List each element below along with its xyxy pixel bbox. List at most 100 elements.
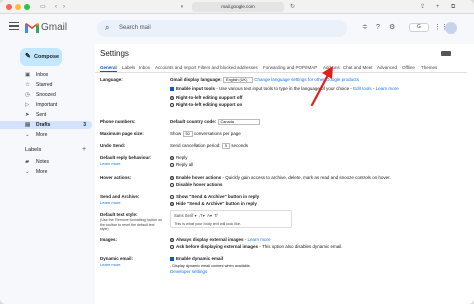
sidebar-item-label: More (36, 132, 48, 138)
font-select[interactable]: Sans Serif (174, 213, 193, 218)
browser-toolbar: ▭ ‹ › ◖ mail.google.com ↻ ⇪ + ⧉ (0, 0, 474, 14)
hover-enable-text: Enable hover actions (176, 175, 222, 180)
sidebar-item-drafts[interactable]: ▤ Drafts 3 (0, 121, 92, 129)
display-language-select[interactable]: English (UK) (223, 77, 254, 83)
hover-enable-radio[interactable] (170, 175, 174, 180)
text-style-editor[interactable]: Sans Serif ▾ ₜT▾ A▾ T̸ This is what your… (170, 210, 292, 228)
text-size-icon[interactable]: ₜT▾ (199, 213, 205, 218)
language-label: Language: (100, 77, 123, 82)
tab-themes[interactable]: Themes (421, 64, 437, 71)
avatar[interactable] (445, 22, 457, 34)
compose-button[interactable]: ✎ Compose (20, 48, 62, 66)
search-input[interactable]: Search mail (119, 24, 151, 33)
page-size-select[interactable]: 50 (182, 131, 193, 137)
share-icon[interactable]: ⇪ (420, 3, 425, 11)
send-archive-show-radio[interactable] (170, 194, 174, 199)
refresh-icon[interactable]: ↻ (290, 3, 295, 11)
star-icon: ☆ (25, 82, 30, 88)
sidebar-item-starred[interactable]: ☆ Starred (0, 81, 92, 89)
hover-disable-text: Disable hover actions (176, 182, 223, 187)
country-code-select[interactable]: Canada (217, 119, 260, 125)
send-archive-hide-text: Hide "Send & Archive" button in reply (176, 201, 257, 206)
reply-all-row: Reply all (170, 162, 193, 168)
plus-icon[interactable]: + (436, 3, 440, 11)
workspace-badge[interactable]: G (409, 23, 429, 32)
hover-enable-desc: - Quickly gain access to archive, delete… (222, 175, 391, 180)
input-tools-checkbox[interactable] (170, 86, 174, 91)
browser-window: ▭ ‹ › ◖ mail.google.com ↻ ⇪ + ⧉ Gmail ⌕ … (0, 0, 474, 304)
sidebar-item-label: Sent (36, 112, 47, 118)
input-tools-text: Enable input tools (176, 86, 215, 91)
zoom-window-button[interactable] (24, 4, 30, 10)
page-title: Settings (100, 49, 129, 58)
sidebar-item-more[interactable]: ⌄ More (0, 131, 92, 139)
phone-row: Default country code: Canada (170, 119, 260, 125)
sidebar-item-sent[interactable]: ➤ Sent (0, 111, 92, 119)
rtl-off-text: Right-to-left editing support off (176, 95, 243, 100)
send-archive-learn-more-link[interactable]: Learn more (100, 200, 120, 205)
chevron-down-icon[interactable]: ▾ (195, 213, 197, 218)
send-archive-hide-row: Hide "Send & Archive" button in reply (170, 201, 257, 207)
undo-send-label: Undo Send: (100, 143, 126, 148)
tab-inbox[interactable]: Inbox (139, 64, 150, 71)
reply-radio[interactable] (170, 155, 174, 160)
gmail-header: Gmail ⌕ Search mail ≑ ? ⚙ G ⋮⋮ (0, 14, 474, 44)
reply-text: Reply (176, 155, 188, 160)
sidebar-item-inbox[interactable]: ▣ Inbox (0, 71, 92, 79)
hover-enable-row: Enable hover actions - Quickly gain acce… (170, 175, 391, 181)
rtl-off-row: Right-to-left editing support off (170, 95, 242, 101)
language-learn-more-link[interactable]: Learn more (376, 86, 399, 91)
country-code-text: Default country code: (170, 119, 217, 124)
sidebar-item-labels-more[interactable]: ⌄ More (0, 168, 92, 176)
tab-filters[interactable]: Filters and blocked addresses (198, 64, 258, 71)
sidebar-item-important[interactable]: ▷ Important (0, 101, 92, 109)
sidebar-item-label: Starred (36, 82, 53, 88)
undo-send-select[interactable]: 5 (221, 143, 230, 149)
sidebar-item-notes[interactable]: ▰ Notes (0, 158, 92, 166)
change-language-link[interactable]: Change language settings for other Googl… (254, 77, 359, 82)
sidebar-item-label: Inbox (36, 72, 49, 78)
tab-offline[interactable]: Offline (402, 64, 415, 71)
hover-disable-radio[interactable] (170, 182, 174, 187)
keyboard-icon[interactable] (441, 51, 451, 56)
compose-label: Compose (34, 54, 60, 60)
tab-labels[interactable]: Labels (122, 64, 135, 71)
help-icon[interactable]: ? (376, 23, 380, 32)
hover-disable-row: Disable hover actions (170, 182, 223, 188)
sample-text: This is what your body text will look li… (174, 222, 242, 226)
rtl-on-radio[interactable] (170, 102, 174, 107)
tab-accounts[interactable]: Accounts and Import (155, 64, 196, 71)
text-color-icon[interactable]: A▾ (207, 213, 212, 218)
important-icon: ▷ (25, 102, 30, 108)
reply-all-radio[interactable] (170, 162, 174, 167)
input-tools-desc: - Use various text input tools to type i… (216, 86, 352, 91)
send-archive-hide-radio[interactable] (170, 201, 174, 206)
address-bar[interactable]: mail.google.com (192, 2, 284, 12)
tab-addons[interactable]: Add-ons (323, 64, 340, 71)
gmail-brand[interactable]: Gmail (41, 22, 67, 34)
rtl-off-radio[interactable] (170, 95, 174, 100)
settings-gear-icon[interactable]: ⚙ (389, 23, 395, 32)
reply-learn-more-link[interactable]: Learn more (100, 161, 120, 166)
settings-tabs: General Labels Inbox Accounts and Import… (95, 64, 467, 73)
remove-formatting-icon[interactable]: T̸ (214, 213, 217, 218)
minimize-window-button[interactable] (15, 4, 21, 10)
tabs-icon[interactable]: ⧉ (451, 3, 455, 11)
sidebar-item-snoozed[interactable]: ◷ Snoozed (0, 91, 92, 99)
search-bar[interactable]: ⌕ Search mail (97, 20, 347, 37)
sidebar-toggle-icon[interactable]: ▭ (40, 3, 46, 11)
tab-advanced[interactable]: Advanced (377, 64, 397, 71)
close-window-button[interactable] (6, 4, 12, 10)
search-icon[interactable]: ⌕ (105, 23, 109, 33)
tab-chat-meet[interactable]: Chat and Meet (343, 64, 373, 71)
add-label-icon[interactable]: + (82, 146, 86, 154)
main-menu-icon[interactable] (9, 22, 19, 32)
back-icon[interactable]: ‹ (55, 3, 57, 11)
tab-general[interactable]: General (100, 64, 117, 72)
sidebar-item-label: Snoozed (36, 92, 56, 98)
sidebar: ✎ Compose ▣ Inbox ☆ Starred ◷ Snoozed ▷ … (0, 44, 95, 304)
tab-forwarding[interactable]: Forwarding and POP/IMAP (263, 64, 317, 71)
forward-icon[interactable]: › (63, 3, 65, 11)
edit-tools-link[interactable]: Edit tools (353, 86, 372, 91)
search-options-icon[interactable]: ≑ (362, 23, 368, 32)
